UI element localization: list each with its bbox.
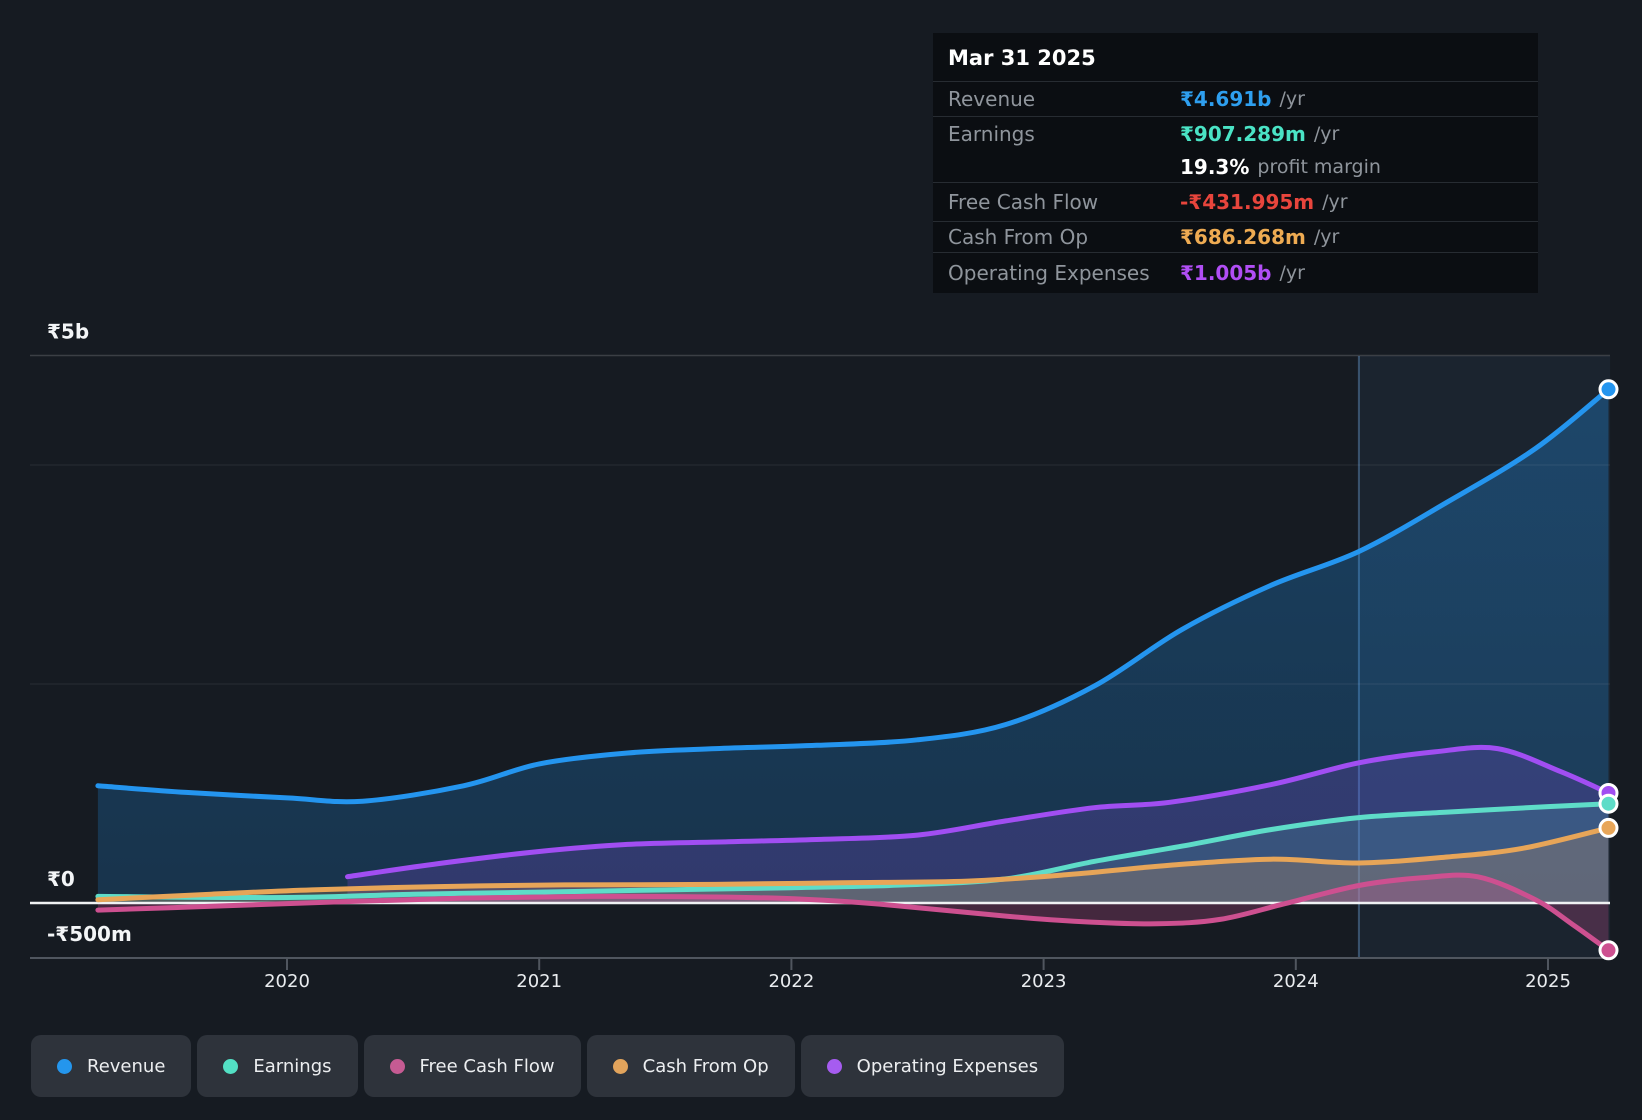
legend-item-free-cash-flow[interactable]: Free Cash Flow [363,1035,581,1097]
legend-item-label: Operating Expenses [856,1055,1039,1077]
tooltip-value: ₹907.289m [1180,122,1306,146]
chart-tooltip: Mar 31 2025 Revenue ₹4.691b /yr Earnings… [933,33,1538,293]
x-axis-label-2021: 2021 [516,971,562,992]
x-axis-label-2022: 2022 [768,971,814,992]
y-axis-label-5b: ₹5b [47,320,89,344]
series-end-marker-earnings [1598,793,1619,814]
tooltip-value-suffix: /yr [1313,226,1340,248]
series-end-marker-cashop [1598,817,1619,838]
y-axis-label-500m: -₹500m [47,922,132,946]
legend-item-label: Cash From Op [642,1055,769,1077]
tooltip-value-suffix: /yr [1279,88,1305,110]
tooltip-label: Free Cash Flow [948,190,1099,214]
tooltip-row-revenue: Revenue ₹4.691b /yr [933,82,1538,117]
profit-margin-label: profit margin [1257,155,1381,178]
tooltip-row-operating-expenses: Operating Expenses ₹1.005b /yr [933,253,1538,293]
tooltip-label: Cash From Op [948,225,1089,249]
tooltip-row-free-cash-flow: Free Cash Flow -₹431.995m /yr [933,183,1538,222]
series-end-marker-revenue [1598,379,1619,400]
tooltip-value-suffix: /yr [1322,191,1348,213]
tooltip-value-suffix: /yr [1279,262,1305,284]
cash-flow-history-page: { "page": {"background": "#161b22"}, "to… [0,0,1642,1120]
operating-expenses-dot-icon [826,1058,842,1074]
chart-legend: Revenue Earnings Free Cash Flow Cash Fro… [31,1035,1065,1097]
tooltip-date: Mar 31 2025 [933,33,1538,82]
x-axis-label-2020: 2020 [264,971,310,992]
legend-item-cash-from-op[interactable]: Cash From Op [586,1035,795,1097]
tooltip-label: Operating Expenses [948,261,1150,285]
legend-item-label: Free Cash Flow [419,1055,555,1077]
tooltip-label: Revenue [948,87,1036,111]
legend-item-label: Earnings [253,1055,332,1077]
tooltip-value-suffix: /yr [1313,123,1340,145]
x-axis-label-2024: 2024 [1273,971,1319,992]
earnings-dot-icon [223,1058,239,1074]
cash-from-op-dot-icon [612,1058,628,1074]
tooltip-value: ₹4.691b [1180,87,1272,111]
legend-item-earnings[interactable]: Earnings [197,1035,358,1097]
x-axis-label-2025: 2025 [1525,971,1571,992]
tooltip-value: ₹1.005b [1180,261,1272,285]
y-axis-label-0: ₹0 [47,867,75,891]
tooltip-row-earnings: Earnings ₹907.289m /yr [933,117,1538,151]
legend-item-operating-expenses[interactable]: Operating Expenses [800,1035,1065,1097]
free-cash-flow-dot-icon [389,1058,405,1074]
tooltip-row-cash-from-op: Cash From Op ₹686.268m /yr [933,222,1538,253]
revenue-dot-icon [57,1058,72,1074]
tooltip-value: -₹431.995m [1180,190,1315,214]
x-axis-label-2023: 2023 [1021,971,1067,992]
tooltip-value: ₹686.268m [1180,225,1306,249]
series-end-marker-fcf [1598,940,1619,961]
legend-item-label: Revenue [87,1055,166,1077]
legend-item-revenue[interactable]: Revenue [31,1035,192,1097]
tooltip-row-profit-margin: 19.3% profit margin [933,151,1538,183]
profit-margin-value: 19.3% [1180,154,1250,179]
tooltip-label: Earnings [948,122,1035,146]
